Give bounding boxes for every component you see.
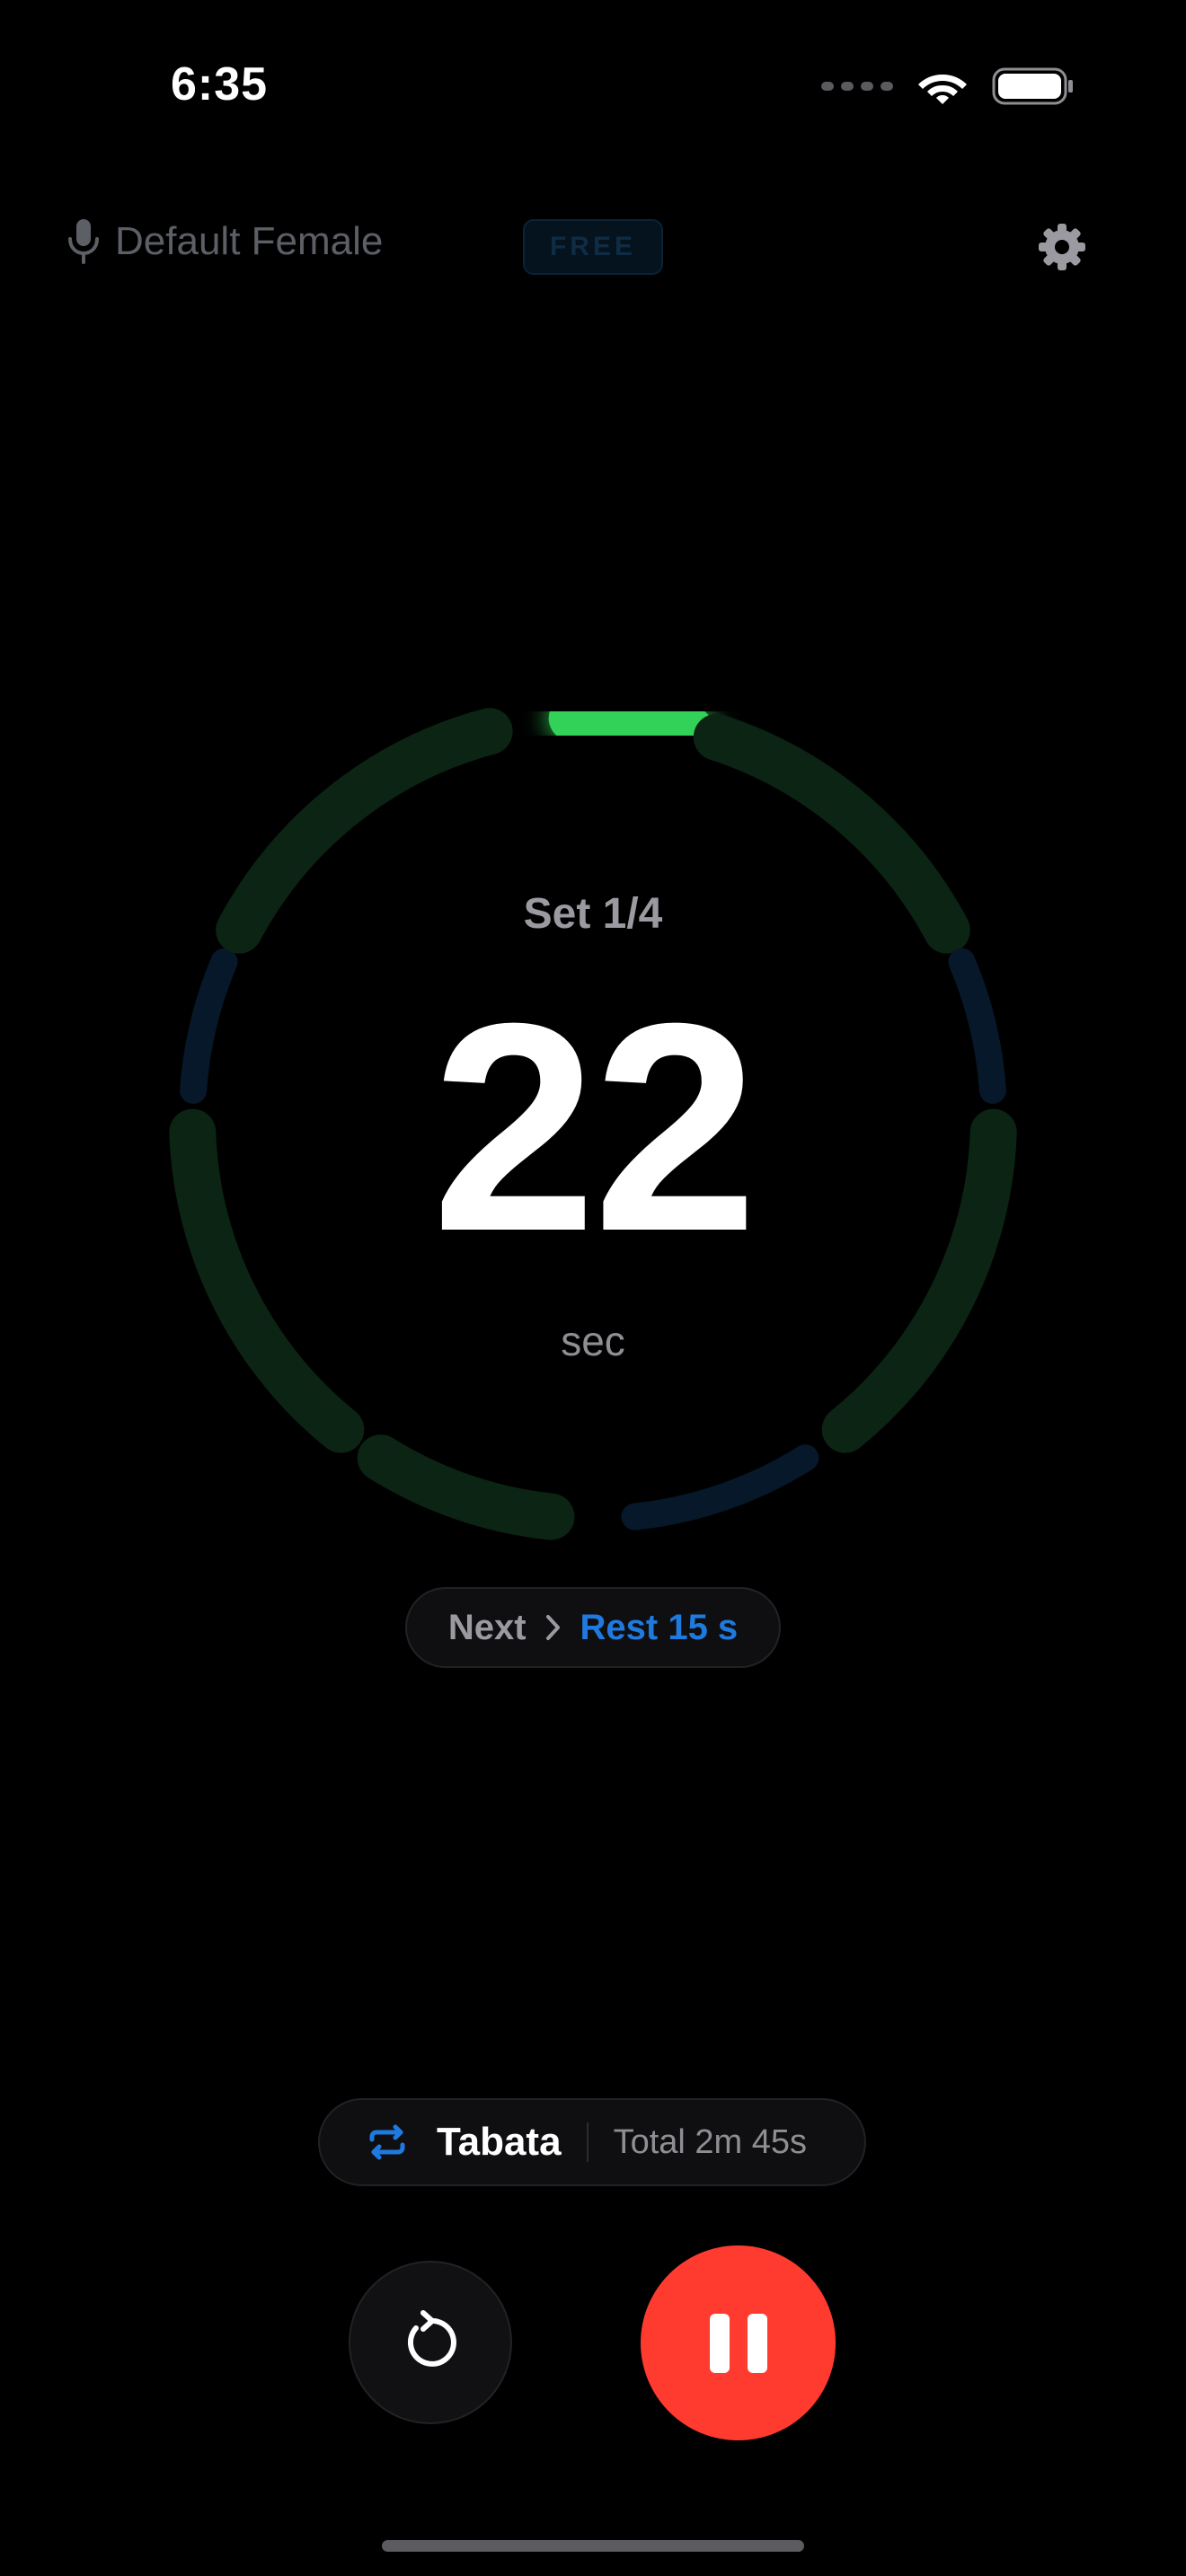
ring-segment-rest-5	[621, 1444, 819, 1531]
mode-divider	[586, 2122, 589, 2162]
ring-segment-active-1	[548, 694, 713, 754]
home-indicator[interactable]	[382, 2540, 804, 2552]
next-label: Next	[447, 1607, 527, 1647]
mode-name: Tabata	[437, 2120, 562, 2164]
countdown-value: 22	[431, 961, 757, 1292]
workout-mode-pill[interactable]: Tabata Total 2m 45s	[318, 2098, 866, 2186]
restart-icon	[407, 2310, 456, 2367]
repeat-icon	[369, 2124, 405, 2160]
countdown-unit: sec	[561, 1318, 625, 1364]
set-label: Set 1/4	[523, 890, 663, 938]
ring-segment-work-6	[357, 1434, 575, 1540]
pause-icon	[709, 2313, 730, 2373]
pause-button[interactable]	[641, 2245, 836, 2440]
next-value: Rest 15 s	[580, 1607, 739, 1647]
progress-ring	[169, 694, 1017, 1540]
chevron-right-icon	[545, 1615, 560, 1640]
restart-button[interactable]	[349, 2261, 512, 2424]
mode-total: Total 2m 45s	[613, 2122, 808, 2161]
next-phase-pill[interactable]: Next Rest 15 s	[405, 1587, 781, 1668]
